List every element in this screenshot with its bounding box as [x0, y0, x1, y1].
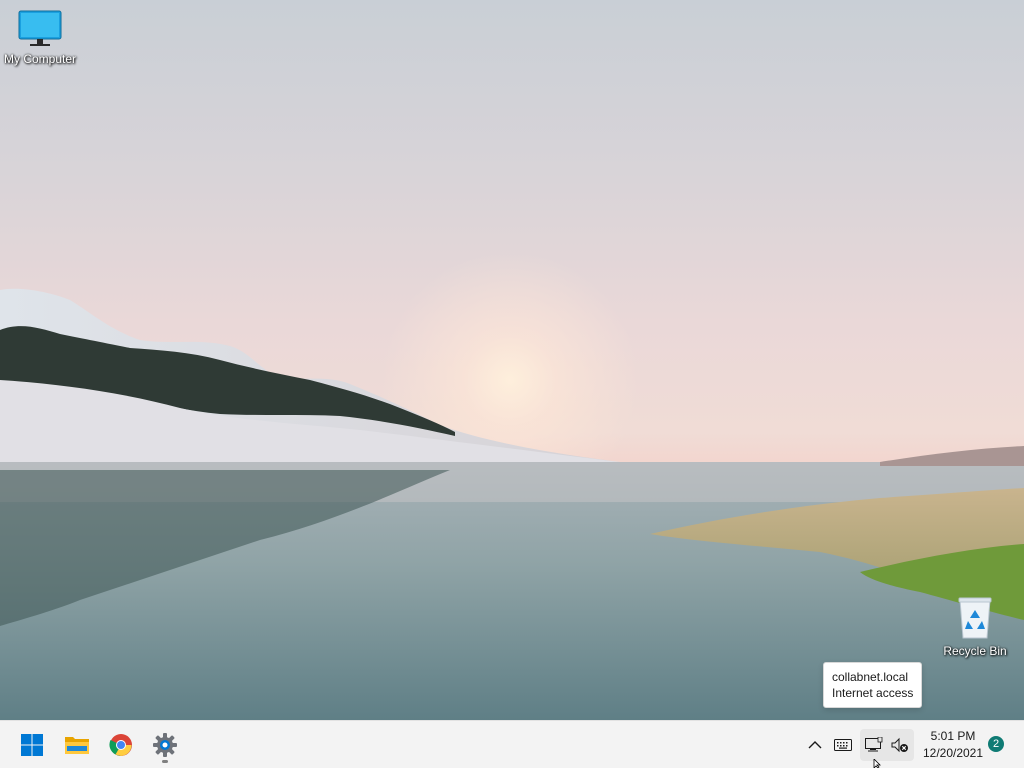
- desktop-icon-recycle-bin[interactable]: Recycle Bin: [935, 596, 1015, 658]
- chevron-up-icon: [808, 741, 822, 749]
- network-status-button[interactable]: [861, 731, 887, 759]
- volume-muted-icon: [891, 737, 908, 753]
- tooltip-network-status: Internet access: [832, 686, 914, 700]
- monitor-icon: [18, 10, 62, 46]
- volume-button[interactable]: [887, 731, 913, 759]
- network-icon: [865, 737, 883, 752]
- recycle-bin-icon: [958, 597, 992, 639]
- desktop[interactable]: My Computer Recycle Bin collabnet.local …: [0, 0, 1024, 720]
- show-hidden-icons-button[interactable]: [802, 731, 828, 759]
- clock-time: 5:01 PM: [930, 729, 976, 743]
- desktop-icon-label: My Computer: [3, 52, 77, 66]
- gear-icon: [153, 733, 177, 757]
- taskbar-settings-button[interactable]: [145, 725, 185, 765]
- taskbar-file-explorer-button[interactable]: [57, 725, 97, 765]
- tooltip-network-name: collabnet.local: [832, 670, 909, 684]
- desktop-icon-label: Recycle Bin: [943, 644, 1007, 658]
- chrome-icon: [109, 734, 132, 756]
- mouse-cursor-icon: [873, 759, 881, 768]
- running-indicator: [162, 760, 168, 763]
- taskbar-clock[interactable]: 5:01 PM 12/20/2021: [918, 728, 988, 762]
- start-button[interactable]: [12, 725, 52, 765]
- wallpaper: [0, 288, 1024, 720]
- clock-date: 12/20/2021: [922, 746, 984, 760]
- desktop-icon-my-computer[interactable]: My Computer: [0, 10, 80, 66]
- taskbar: 5:01 PM 12/20/2021 2: [0, 720, 1024, 768]
- touch-keyboard-button[interactable]: [830, 731, 856, 759]
- network-tooltip: collabnet.local Internet access: [823, 662, 923, 708]
- windows-logo-icon: [21, 734, 43, 756]
- folder-icon: [65, 737, 89, 754]
- keyboard-icon: [834, 739, 852, 751]
- notification-count-badge[interactable]: 2: [988, 736, 1004, 752]
- taskbar-chrome-button[interactable]: [101, 725, 141, 765]
